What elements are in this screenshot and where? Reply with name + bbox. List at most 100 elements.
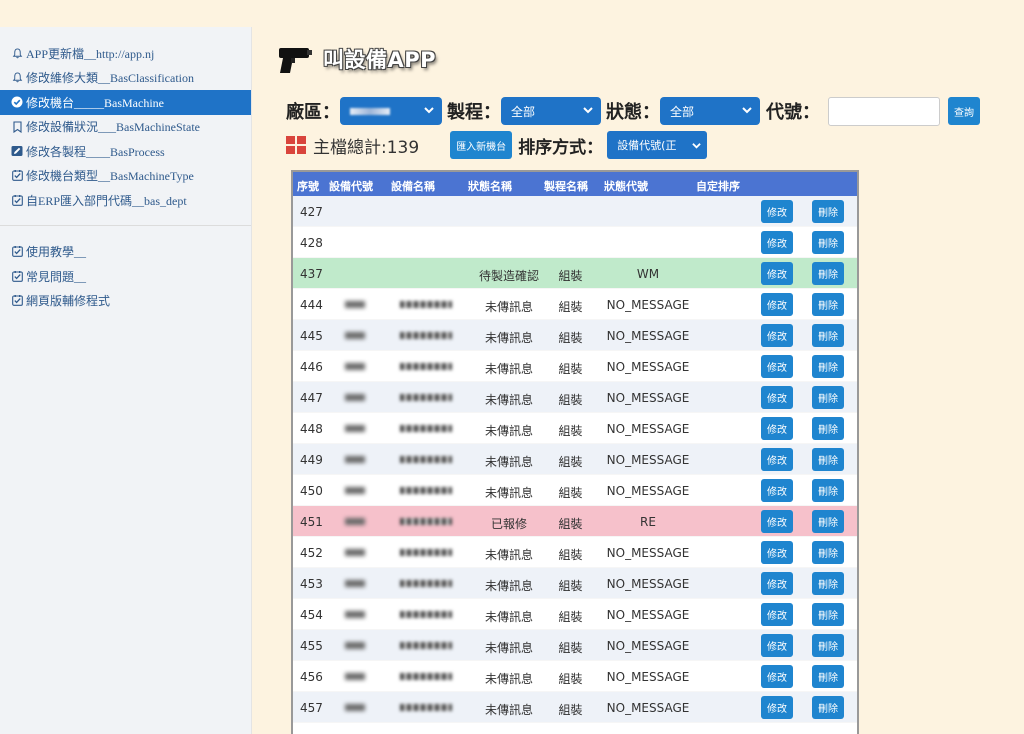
edit-icon [11, 145, 23, 157]
sidebar-primary-nav: APP更新檔__http://app.nj 修改維修大類__BasClassifi… [0, 27, 251, 213]
delete-button[interactable]: 刪除 [812, 696, 844, 719]
table-row: 453 未傳訊息 組裝 NO_MESSAGE 修改 刪除 [293, 568, 857, 599]
sidebar-item-secondary-2[interactable]: 網頁版輔修程式 [0, 289, 251, 314]
edit-button[interactable]: 修改 [761, 479, 793, 502]
edit-button[interactable]: 修改 [761, 634, 793, 657]
cell-machine-name-masked [400, 425, 452, 432]
app-logo: 叫設備APP [277, 44, 436, 74]
chevron-down-icon [583, 107, 593, 114]
code-input[interactable] [828, 96, 940, 126]
bookmark-icon [11, 121, 23, 133]
table-row: 448 未傳訊息 組裝 NO_MESSAGE 修改 刪除 [293, 413, 857, 444]
edit-button[interactable]: 修改 [761, 696, 793, 719]
sidebar-item-label: 修改各製程____BasProcess [26, 144, 165, 159]
checkbox-icon [11, 194, 23, 206]
cell-machine-name-masked [400, 549, 452, 556]
delete-button[interactable]: 刪除 [812, 231, 844, 254]
edit-button[interactable]: 修改 [761, 603, 793, 626]
edit-button[interactable]: 修改 [761, 541, 793, 564]
delete-button[interactable]: 刪除 [812, 448, 844, 471]
edit-button[interactable]: 修改 [761, 262, 793, 285]
table-row: 456 未傳訊息 組裝 NO_MESSAGE 修改 刪除 [293, 661, 857, 692]
status-select[interactable]: 全部 [660, 97, 760, 125]
cell-process-name: 組裝 [558, 300, 583, 314]
edit-button[interactable]: 修改 [761, 665, 793, 688]
query-button[interactable]: 查詢 [948, 97, 980, 125]
cell-machine-code-masked [345, 394, 365, 401]
table-body: 427 修改 刪除 428 修改 刪除 437 待製造確認 組裝 WM 修改 刪除 444 未傳訊息 組裝 N… [293, 196, 857, 723]
status-label: 狀態： [606, 102, 660, 123]
edit-button[interactable]: 修改 [761, 324, 793, 347]
cell-status-name: 未傳訊息 [484, 672, 533, 686]
cell-status-code: NO_MESSAGE [606, 360, 690, 374]
checkbox-icon [11, 170, 23, 182]
cell-status-name: 未傳訊息 [484, 331, 533, 345]
factory-label: 廠區： [286, 102, 340, 123]
cell-status-code: NO_MESSAGE [606, 391, 690, 405]
edit-button[interactable]: 修改 [761, 510, 793, 533]
cell-seq: 452 [300, 546, 323, 560]
sidebar-item-secondary-1[interactable]: 常見問題__ [0, 264, 251, 289]
factory-select[interactable] [340, 97, 442, 125]
sidebar-item-primary-0[interactable]: APP更新檔__http://app.nj [0, 41, 251, 66]
header-status-code: 狀態代號 [604, 180, 648, 193]
delete-button[interactable]: 刪除 [812, 572, 844, 595]
delete-button[interactable]: 刪除 [812, 386, 844, 409]
cell-machine-code-masked [345, 518, 365, 525]
cell-seq: 427 [300, 205, 323, 219]
cell-process-name: 組裝 [558, 579, 583, 593]
edit-button[interactable]: 修改 [761, 386, 793, 409]
delete-button[interactable]: 刪除 [812, 293, 844, 316]
delete-button[interactable]: 刪除 [812, 634, 844, 657]
delete-button[interactable]: 刪除 [812, 324, 844, 347]
header-process-name: 製程名稱 [544, 180, 588, 193]
cell-status-code: NO_MESSAGE [606, 422, 690, 436]
import-machine-button[interactable]: 匯入新機台 [450, 131, 513, 159]
cell-seq: 444 [300, 298, 323, 312]
cell-status-name: 未傳訊息 [484, 486, 533, 500]
sidebar-item-primary-6[interactable]: 自ERP匯入部門代碼__bas_dept [0, 188, 251, 213]
cell-process-name: 組裝 [558, 703, 583, 717]
bell-icon [11, 47, 23, 59]
sort-select[interactable]: 設備代號(正 [607, 131, 708, 159]
sidebar-item-label: 修改設備狀況___BasMachineState [26, 120, 200, 135]
chevron-down-icon [742, 107, 752, 114]
cell-status-code: NO_MESSAGE [606, 639, 690, 653]
delete-button[interactable]: 刪除 [812, 541, 844, 564]
sidebar-item-primary-1[interactable]: 修改維修大類__BasClassification [0, 66, 251, 91]
table-row: 457 未傳訊息 組裝 NO_MESSAGE 修改 刪除 [293, 692, 857, 723]
sidebar-item-primary-5[interactable]: 修改機台類型__BasMachineType [0, 164, 251, 189]
edit-button[interactable]: 修改 [761, 231, 793, 254]
sidebar-item-secondary-0[interactable]: 使用教學__ [0, 240, 251, 265]
delete-button[interactable]: 刪除 [812, 355, 844, 378]
sort-label: 排序方式： [518, 137, 604, 158]
cell-seq: 428 [300, 236, 323, 250]
sidebar-item-primary-3[interactable]: 修改設備狀況___BasMachineState [0, 115, 251, 140]
edit-button[interactable]: 修改 [761, 448, 793, 471]
delete-button[interactable]: 刪除 [812, 479, 844, 502]
edit-button[interactable]: 修改 [761, 200, 793, 223]
cell-seq: 448 [300, 422, 323, 436]
process-select[interactable]: 全部 [501, 97, 601, 125]
edit-button[interactable]: 修改 [761, 572, 793, 595]
table-row: 437 待製造確認 組裝 WM 修改 刪除 [293, 258, 857, 289]
edit-button[interactable]: 修改 [761, 355, 793, 378]
cell-machine-name-masked [400, 611, 452, 618]
delete-button[interactable]: 刪除 [812, 665, 844, 688]
delete-button[interactable]: 刪除 [812, 200, 844, 223]
table-row: 455 未傳訊息 組裝 NO_MESSAGE 修改 刪除 [293, 630, 857, 661]
delete-button[interactable]: 刪除 [812, 417, 844, 440]
edit-button[interactable]: 修改 [761, 417, 793, 440]
sidebar-item-primary-2[interactable]: 修改機台_____BasMachine [0, 90, 251, 115]
sidebar-item-primary-4[interactable]: 修改各製程____BasProcess [0, 139, 251, 164]
delete-button[interactable]: 刪除 [812, 603, 844, 626]
cell-status-code: NO_MESSAGE [606, 453, 690, 467]
cell-machine-name-masked [400, 642, 452, 649]
delete-button[interactable]: 刪除 [812, 262, 844, 285]
cell-process-name: 組裝 [558, 362, 583, 376]
edit-button[interactable]: 修改 [761, 293, 793, 316]
delete-button[interactable]: 刪除 [812, 510, 844, 533]
cell-process-name: 組裝 [558, 548, 583, 562]
cell-machine-name-masked [400, 518, 452, 525]
sidebar-item-label: 常見問題__ [26, 269, 87, 284]
